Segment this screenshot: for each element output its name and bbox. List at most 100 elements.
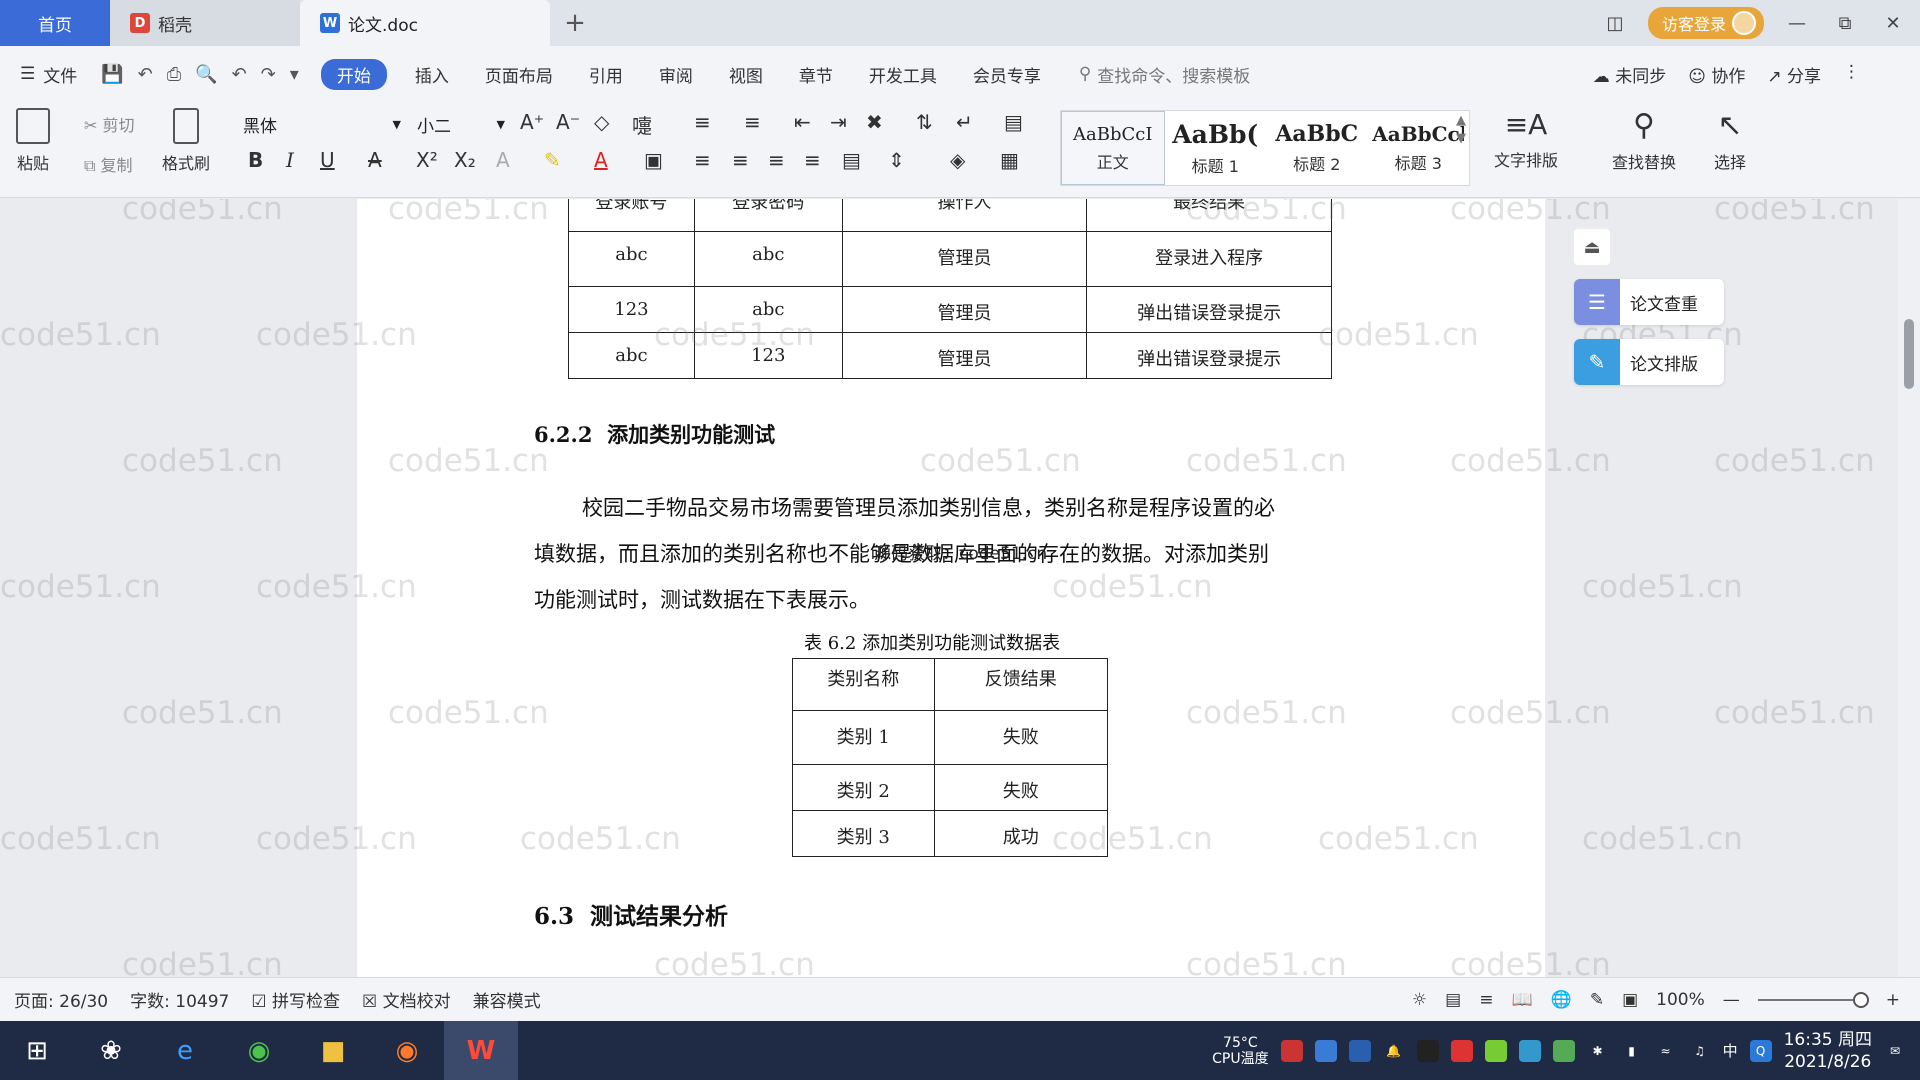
font-name-select[interactable]: 黑体 ▼ (236, 110, 406, 138)
align-center-icon[interactable]: ≡ (732, 148, 749, 172)
style-heading-3[interactable]: AaBbCcl 标题 3 (1368, 111, 1470, 185)
style-normal[interactable]: AaBbCcI 正文 (1061, 111, 1165, 185)
windows-start-icon[interactable]: ⊞ (0, 1021, 74, 1080)
line-spacing-icon[interactable]: ⇕ (888, 148, 905, 172)
zoom-in-button[interactable]: + (1886, 990, 1900, 1010)
share-button[interactable]: ↗ 分享 (1767, 62, 1821, 87)
show-marks-icon[interactable]: ↵ (956, 110, 973, 134)
ime-indicator[interactable]: 中 (1723, 1040, 1738, 1061)
file-menu[interactable]: ☰ 文件 (20, 62, 77, 87)
wps-writer-icon[interactable]: W (444, 1021, 518, 1080)
more-icon[interactable]: ⋮ (1843, 62, 1860, 87)
save-icon[interactable]: 💾 (101, 64, 123, 85)
numbered-list-icon[interactable]: ≡ (744, 110, 761, 134)
superscript-icon[interactable]: X² (416, 148, 438, 172)
bell-icon[interactable]: 🔔 (1383, 1040, 1405, 1062)
zoom-slider-knob[interactable] (1852, 991, 1869, 1008)
new-tab-button[interactable]: + (550, 0, 600, 46)
panel-collapse-button[interactable]: ⏏ (1574, 229, 1610, 265)
phonetic-icon[interactable]: 嚏 (632, 110, 652, 139)
tab-home[interactable]: 首页 (0, 0, 110, 46)
zoom-slider[interactable] (1757, 991, 1869, 1008)
word-count[interactable]: 字数: 10497 (130, 987, 229, 1012)
style-heading-1[interactable]: AaBb( 标题 1 (1165, 111, 1267, 185)
notification-icon[interactable]: ✉ (1884, 1040, 1906, 1062)
increase-indent-icon[interactable]: ⇥ (830, 110, 847, 134)
italic-icon[interactable]: I (286, 148, 294, 172)
system-clock[interactable]: 16:35 周四 2021/8/26 (1784, 1029, 1872, 1073)
copy-button[interactable]: ⧉ 复制 (84, 152, 133, 176)
tab-document[interactable]: W 论文.doc (300, 0, 550, 46)
menu-developer[interactable]: 开发工具 (851, 58, 955, 91)
font-size-select[interactable]: 小二 ▼ (410, 110, 510, 138)
outline-view-icon[interactable]: ≡ (1479, 990, 1493, 1010)
wifi-icon[interactable]: ≈ (1655, 1040, 1677, 1062)
menu-start[interactable]: 开始 (320, 58, 387, 90)
bluetooth-icon[interactable]: ✱ (1587, 1040, 1609, 1062)
fit-page-icon[interactable]: ▣ (1622, 990, 1638, 1010)
tray-app-icon[interactable] (1484, 1039, 1507, 1062)
text-effect-icon[interactable]: A (496, 148, 510, 172)
proofread-button[interactable]: ☒ 文档校对 (362, 987, 451, 1012)
close-icon[interactable]: ✕ (1878, 13, 1908, 34)
thesis-layout-button[interactable]: ✎ 论文排版 (1574, 339, 1724, 385)
clear-format-icon[interactable]: ◇ (594, 110, 609, 134)
web-view-icon[interactable]: 🌐 (1551, 990, 1572, 1010)
menu-view[interactable]: 视图 (711, 58, 781, 91)
minimize-icon[interactable]: — (1782, 13, 1812, 34)
print-icon[interactable]: ⎙ (167, 64, 181, 85)
shading-icon[interactable]: ◈ (950, 148, 965, 172)
menu-page-layout[interactable]: 页面布局 (467, 58, 571, 91)
shrink-font-icon[interactable]: A⁻ (556, 110, 580, 134)
grow-font-icon[interactable]: A⁺ (520, 110, 544, 134)
ie-browser-icon[interactable]: e (148, 1021, 222, 1080)
strikethrough-icon[interactable]: A (368, 148, 382, 172)
export-icon[interactable]: ↶ (138, 64, 153, 85)
underline-icon[interactable]: U (320, 148, 335, 172)
tray-app-icon[interactable] (1518, 1039, 1541, 1062)
tray-app-icon[interactable] (1280, 1039, 1303, 1062)
subscript-icon[interactable]: X₂ (454, 148, 476, 172)
menu-insert[interactable]: 插入 (397, 58, 467, 91)
bullet-list-icon[interactable]: ≡ (694, 110, 711, 134)
zoom-out-button[interactable]: — (1723, 990, 1740, 1010)
menu-review[interactable]: 审阅 (641, 58, 711, 91)
align-left-icon[interactable]: ≡ (694, 148, 711, 172)
highlight-icon[interactable]: ✎ (544, 148, 561, 172)
tray-app-icon[interactable] (1450, 1039, 1473, 1062)
font-color-icon[interactable]: A (594, 148, 608, 172)
pen-icon[interactable]: ✎ (1590, 990, 1604, 1010)
page-indicator[interactable]: 页面: 26/30 (14, 987, 108, 1012)
format-painter-button[interactable]: 格式刷 (162, 108, 210, 174)
cut-button[interactable]: ✂ 剪切 (84, 112, 135, 136)
chinese-layout-icon[interactable]: ✖ (866, 110, 883, 134)
layout-icon[interactable]: ◫ (1600, 13, 1630, 34)
decrease-indent-icon[interactable]: ⇤ (794, 110, 811, 134)
select-button[interactable]: ↖ 选择 (1714, 108, 1746, 173)
print-preview-icon[interactable]: 🔍 (195, 64, 217, 85)
justify-icon[interactable]: ≡ (804, 148, 821, 172)
search-tray-icon[interactable]: Q (1749, 1039, 1772, 1062)
tray-app-icon[interactable] (1552, 1039, 1575, 1062)
undo-icon[interactable]: ↶ (232, 64, 247, 85)
shield-icon[interactable] (1348, 1039, 1371, 1062)
find-replace-button[interactable]: ⚲ 查找替换 (1612, 108, 1676, 173)
style-heading-2[interactable]: AaBbC 标题 2 (1266, 111, 1368, 185)
bold-icon[interactable]: B (248, 148, 263, 172)
zoom-level[interactable]: 100% (1656, 990, 1705, 1010)
browser-360-icon[interactable]: ◉ (222, 1021, 296, 1080)
tray-app-icon[interactable] (1314, 1039, 1337, 1062)
vertical-scrollbar[interactable] (1898, 199, 1920, 977)
menu-chapter[interactable]: 章节 (781, 58, 851, 91)
sync-status[interactable]: ☁ 未同步 (1593, 62, 1666, 87)
redo-icon[interactable]: ↷ (261, 64, 276, 85)
sort-icon[interactable]: ⇅ (916, 110, 933, 134)
char-border-icon[interactable]: ▣ (644, 148, 663, 172)
text-layout-button[interactable]: ≡A 文字排版 (1494, 108, 1558, 171)
battery-icon[interactable]: ▮ (1621, 1040, 1643, 1062)
restore-icon[interactable]: ⧉ (1830, 13, 1860, 34)
tab-daoke[interactable]: D 稻壳 (110, 0, 300, 46)
distributed-icon[interactable]: ▤ (842, 148, 861, 172)
pinwheel-app-icon[interactable]: ❀ (74, 1021, 148, 1080)
thesis-check-button[interactable]: ☰ 论文查重 (1574, 279, 1724, 325)
